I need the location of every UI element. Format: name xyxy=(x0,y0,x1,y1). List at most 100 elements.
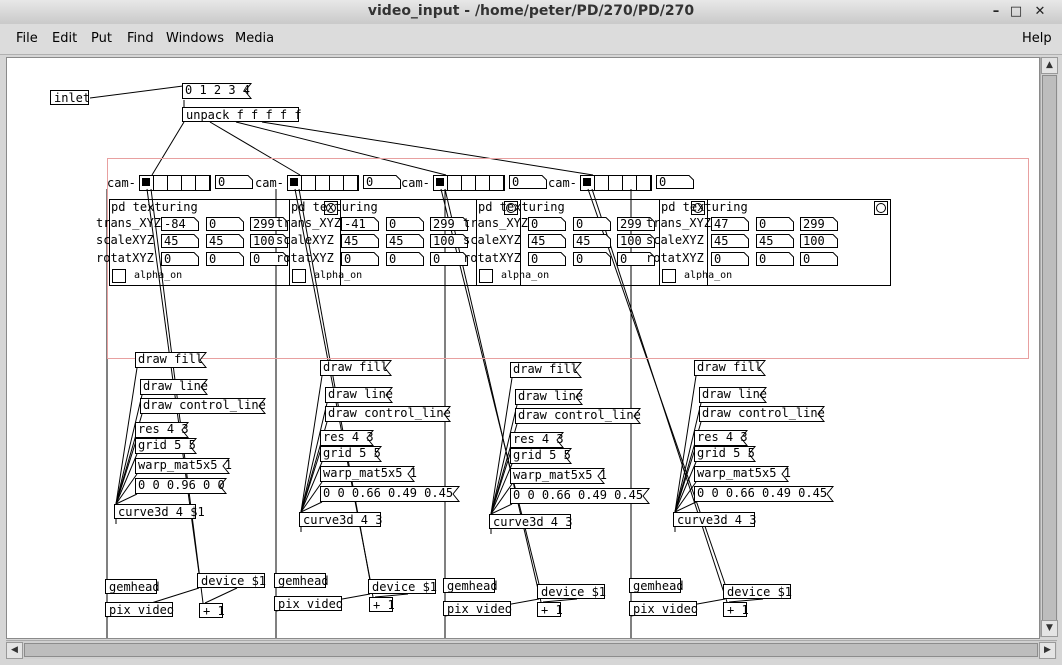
trans-x-box[interactable]: -84 xyxy=(161,217,199,231)
trans-y-box[interactable]: 0 xyxy=(206,217,244,231)
camera-number-box[interactable]: 0 xyxy=(363,175,401,189)
list-message[interactable]: 0 1 2 3 4 xyxy=(182,83,253,99)
draw-fill-message[interactable]: draw fill xyxy=(135,352,208,368)
scale-y-box[interactable]: 45 xyxy=(756,234,794,248)
radio-cell[interactable] xyxy=(182,176,196,190)
matrix-values-message[interactable]: 0 0 0.66 0.49 0.45 xyxy=(320,486,461,502)
menu-file[interactable]: File xyxy=(16,31,38,46)
rotat-x-box[interactable]: 0 xyxy=(341,252,379,266)
maximize-button[interactable]: □ xyxy=(1008,4,1024,20)
curve3d-object[interactable]: curve3d 4 3 xyxy=(489,514,572,529)
alpha-toggle[interactable] xyxy=(662,269,676,283)
matrix-values-message[interactable]: 0 0 0.96 0 0 xyxy=(135,478,228,494)
trans-x-box[interactable]: -41 xyxy=(341,217,379,231)
grid-message[interactable]: grid 5 5 xyxy=(694,446,757,462)
gemhead-object[interactable]: gemhead xyxy=(629,578,684,593)
rotat-y-box[interactable]: 0 xyxy=(756,252,794,266)
radio-cell[interactable] xyxy=(476,176,490,190)
rotat-y-box[interactable]: 0 xyxy=(386,252,424,266)
radio-cell[interactable] xyxy=(344,176,358,190)
plus-one-object[interactable]: + 1 xyxy=(537,602,563,617)
vertical-scroll-thumb[interactable] xyxy=(1042,75,1057,621)
radio-cell[interactable] xyxy=(302,176,316,190)
camera-number-box[interactable]: 0 xyxy=(509,175,547,189)
camera-radio[interactable] xyxy=(433,175,505,191)
bang-button[interactable] xyxy=(874,201,888,215)
rotat-x-box[interactable]: 0 xyxy=(161,252,199,266)
res-message[interactable]: res 4 3 xyxy=(510,432,565,448)
radio-cell[interactable] xyxy=(154,176,168,190)
menu-media[interactable]: Media xyxy=(235,31,274,46)
plus-one-object[interactable]: + 1 xyxy=(723,602,749,617)
camera-number-box[interactable]: 0 xyxy=(656,175,694,189)
trans-x-box[interactable]: 47 xyxy=(711,217,749,231)
menu-help[interactable]: Help xyxy=(1022,31,1052,46)
close-button[interactable]: ✕ xyxy=(1032,4,1048,20)
pix-video-object[interactable]: pix_video xyxy=(443,601,512,616)
draw-control-line-message[interactable]: draw control_line xyxy=(699,406,826,422)
plus-one-object[interactable]: + 1 xyxy=(199,603,225,618)
radio-cell[interactable] xyxy=(316,176,330,190)
warp-message[interactable]: warp_mat5x5 1 xyxy=(135,458,232,474)
device-message[interactable]: device $1 xyxy=(368,579,437,594)
radio-cell[interactable] xyxy=(448,176,462,190)
vertical-scrollbar[interactable]: ▲ ▼ xyxy=(1040,57,1058,637)
trans-z-box[interactable]: 299 xyxy=(800,217,838,231)
radio-cell[interactable] xyxy=(330,176,344,190)
rotat-y-box[interactable]: 0 xyxy=(573,252,611,266)
trans-x-box[interactable]: 0 xyxy=(528,217,566,231)
alpha-toggle[interactable] xyxy=(479,269,493,283)
matrix-values-message[interactable]: 0 0 0.66 0.49 0.45 xyxy=(694,486,835,502)
radio-cell[interactable] xyxy=(595,176,609,190)
rotat-x-box[interactable]: 0 xyxy=(528,252,566,266)
menu-find[interactable]: Find xyxy=(127,31,154,46)
rotat-y-box[interactable]: 0 xyxy=(206,252,244,266)
curve3d-object[interactable]: curve3d 4 3 xyxy=(299,512,382,527)
scale-x-box[interactable]: 45 xyxy=(711,234,749,248)
device-message[interactable]: device $1 xyxy=(537,584,606,599)
draw-control-line-message[interactable]: draw control_line xyxy=(140,398,267,414)
draw-control-line-message[interactable]: draw control_line xyxy=(515,408,642,424)
matrix-values-message[interactable]: 0 0 0.66 0.49 0.45 xyxy=(510,488,651,504)
draw-fill-message[interactable]: draw fill xyxy=(694,360,767,376)
camera-number-box[interactable]: 0 xyxy=(215,175,253,189)
scroll-left-button[interactable]: ◀ xyxy=(6,642,23,659)
alpha-toggle[interactable] xyxy=(112,269,126,283)
grid-message[interactable]: grid 5 5 xyxy=(135,438,198,454)
grid-message[interactable]: grid 5 5 xyxy=(320,446,383,462)
scale-y-box[interactable]: 45 xyxy=(386,234,424,248)
scroll-down-button[interactable]: ▼ xyxy=(1041,620,1058,637)
menu-windows[interactable]: Windows xyxy=(166,31,224,46)
scroll-up-button[interactable]: ▲ xyxy=(1041,57,1058,74)
radio-cell[interactable] xyxy=(581,176,595,190)
scale-x-box[interactable]: 45 xyxy=(528,234,566,248)
horizontal-scroll-thumb[interactable] xyxy=(24,643,1038,657)
radio-cell[interactable] xyxy=(637,176,651,190)
pix-video-object[interactable]: pix_video xyxy=(629,601,698,616)
plus-one-object[interactable]: + 1 xyxy=(369,597,395,612)
menu-edit[interactable]: Edit xyxy=(52,31,77,46)
camera-radio[interactable] xyxy=(580,175,652,191)
res-message[interactable]: res 4 3 xyxy=(694,430,749,446)
pix-video-object[interactable]: pix_video xyxy=(105,602,174,617)
radio-cell[interactable] xyxy=(490,176,504,190)
warp-message[interactable]: warp_mat5x5 1 xyxy=(694,466,791,482)
rotat-x-box[interactable]: 0 xyxy=(711,252,749,266)
radio-cell[interactable] xyxy=(168,176,182,190)
warp-message[interactable]: warp_mat5x5 1 xyxy=(510,468,607,484)
radio-cell[interactable] xyxy=(623,176,637,190)
res-message[interactable]: res 4 3 xyxy=(135,422,190,438)
trans-y-box[interactable]: 0 xyxy=(386,217,424,231)
radio-cell[interactable] xyxy=(196,176,210,190)
radio-cell[interactable] xyxy=(462,176,476,190)
pix-video-object[interactable]: pix_video xyxy=(274,596,343,611)
radio-cell[interactable] xyxy=(288,176,302,190)
draw-line-message[interactable]: draw line xyxy=(515,389,584,405)
scale-z-box[interactable]: 100 xyxy=(800,234,838,248)
trans-y-box[interactable]: 0 xyxy=(756,217,794,231)
scale-x-box[interactable]: 45 xyxy=(161,234,199,248)
radio-cell[interactable] xyxy=(434,176,448,190)
radio-cell[interactable] xyxy=(609,176,623,190)
texturing-subpatch[interactable]: pd texturing trans_XYZ 47 0 299 scaleXYZ 45 45 1… xyxy=(646,199,891,286)
trans-y-box[interactable]: 0 xyxy=(573,217,611,231)
